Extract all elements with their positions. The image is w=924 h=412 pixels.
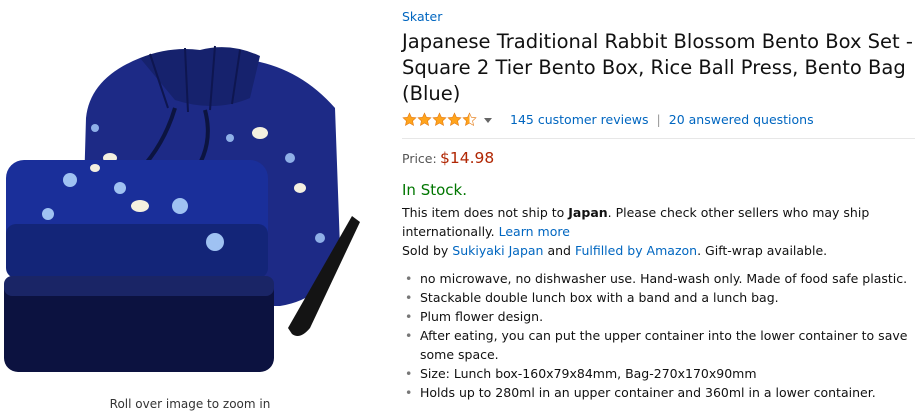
feature-bullet: no microwave, no dishwasher use. Hand-wa… [405,269,917,288]
separator: | [656,111,661,127]
feature-bullet: Stackable double lunch box with a band a… [405,288,917,307]
ship-text-1: This item does not ship to [402,205,569,220]
shipping-notice: This item does not ship to Japan. Please… [402,203,917,241]
feature-bullet: After eating, you can put the upper cont… [405,326,917,364]
sold-by-suffix: . Gift-wrap available. [697,243,828,258]
divider [402,138,915,139]
price-label: Price: [402,151,437,166]
star-icon [432,111,447,126]
rating-row: 145 customer reviews | 20 answered quest… [402,109,917,129]
feature-bullets: no microwave, no dishwasher use. Hand-wa… [402,269,917,402]
sold-by-middle: and [543,243,575,258]
learn-more-link[interactable]: Learn more [499,224,570,239]
star-icon [447,111,462,126]
star-icon [402,111,417,126]
ship-country: Japan [568,205,608,220]
feature-bullet: Plum flower design. [405,307,917,326]
feature-bullet: Size: Lunch box-160x79x84mm, Bag-270x170… [405,364,917,383]
chevron-down-icon[interactable] [484,117,492,123]
image-panel: Roll over image to zoom in [0,0,385,412]
star-icon [417,111,432,126]
price-row: Price: $14.98 [402,149,917,167]
availability-status: In Stock. [402,181,467,199]
sold-by-prefix: Sold by [402,243,453,258]
product-title: Japanese Traditional Rabbit Blossom Bent… [402,30,913,105]
half-star-icon [462,111,477,126]
product-info: Skater Japanese Traditional Rabbit Bloss… [402,8,917,402]
fulfilled-by-amazon-link[interactable]: Fulfilled by Amazon [575,243,697,258]
star-rating[interactable] [402,111,477,127]
brand-link[interactable]: Skater [402,8,917,26]
answered-questions-link[interactable]: 20 answered questions [669,112,814,127]
feature-bullet: Holds up to 280ml in an upper container … [405,383,917,402]
zoom-hint: Roll over image to zoom in [109,397,271,411]
sold-by-line: Sold by Sukiyaki Japan and Fulfilled by … [402,241,917,260]
reviews-link[interactable]: 145 customer reviews [510,112,649,127]
product-image[interactable] [0,38,380,378]
seller-link[interactable]: Sukiyaki Japan [452,243,543,258]
price-value: $14.98 [440,149,495,167]
